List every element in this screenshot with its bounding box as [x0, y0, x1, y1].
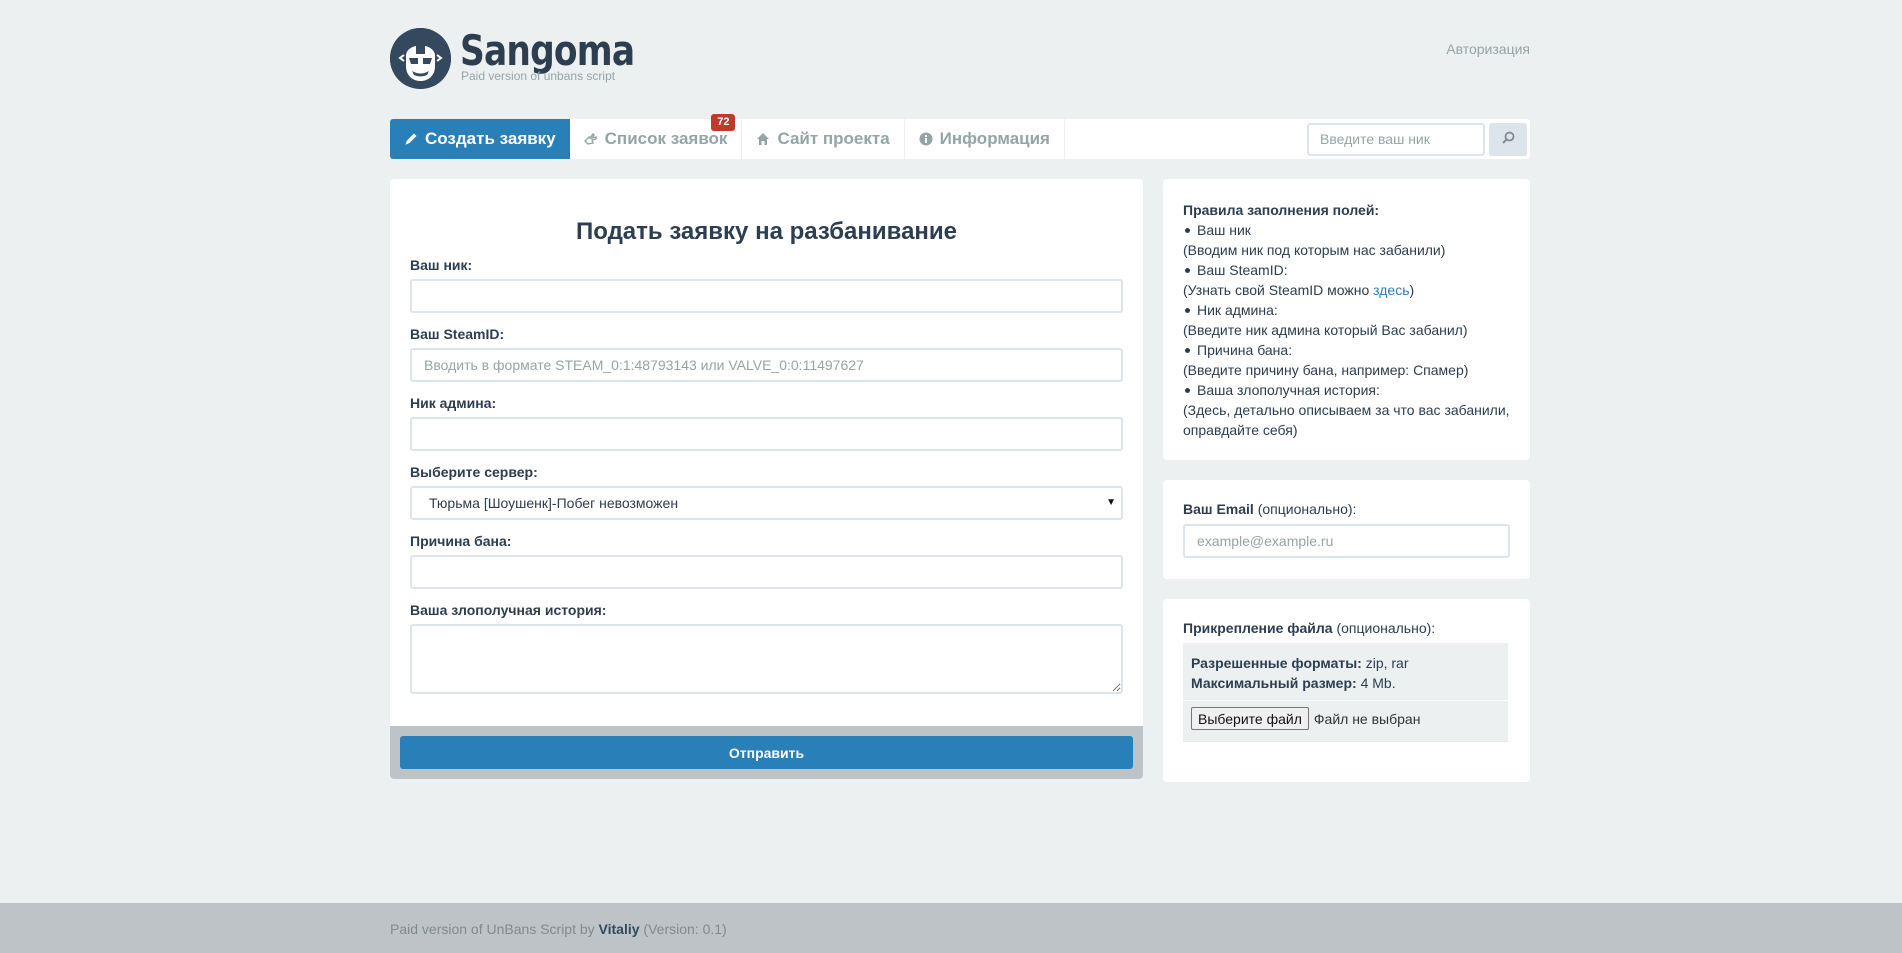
header: Sangoma Paid version of unbans script Ав…	[390, 0, 1530, 119]
rule-note: (Узнать свой SteamID можно здесь)	[1183, 280, 1510, 300]
brand-tagline: Paid version of unbans script	[461, 69, 616, 83]
nav-request-list[interactable]: Список заявок 72	[570, 114, 743, 159]
hand-icon	[583, 132, 598, 146]
email-panel: Ваш Email (опционально):	[1163, 480, 1530, 579]
footer-text: Paid version of UnBans Script by Vitaliy…	[390, 921, 727, 937]
allowed-formats: Разрешенные форматы: zip, rar	[1191, 653, 1500, 673]
submit-button[interactable]: Отправить	[400, 736, 1133, 769]
file-status: Файл не выбран	[1313, 710, 1421, 727]
dropdown-arrow-icon: ▼	[1106, 497, 1116, 508]
rules-list: Причина бана:	[1183, 340, 1510, 360]
home-icon	[756, 132, 770, 146]
admin-nick-label: Ник админа:	[410, 395, 497, 411]
rules-list: Ник админа:	[1183, 300, 1510, 320]
nick-label: Ваш ник:	[410, 257, 473, 273]
optional-hint: (опционально):	[1253, 501, 1357, 517]
search-icon	[1501, 131, 1515, 147]
formats-label: Разрешенные форматы:	[1191, 655, 1362, 671]
rule-item: Ваш ник	[1183, 220, 1510, 240]
server-selected-value: Тюрьма [Шоушенк]-Побег невозможен	[429, 495, 679, 511]
rule-item: Ваш SteamID:	[1183, 260, 1510, 280]
auth-link[interactable]: Авторизация	[1446, 41, 1530, 57]
file-label-text: Прикрепление файла	[1183, 620, 1333, 636]
rule-note: (Введите причину бана, например: Спамер)	[1183, 362, 1469, 378]
size-value: 4 Mb.	[1356, 675, 1396, 691]
ban-reason-input[interactable]	[410, 555, 1123, 589]
footer-author[interactable]: Vitaliy	[599, 921, 640, 937]
rule-note: (Введите ник админа который Вас забанил)	[1183, 322, 1468, 338]
server-label: Выберите сервер:	[410, 464, 538, 480]
page-container: Sangoma Paid version of unbans script Ав…	[390, 0, 1530, 782]
ban-reason-label: Причина бана:	[410, 533, 512, 549]
unban-request-form: Подать заявку на разбанивание Ваш ник: В…	[390, 179, 1143, 779]
rule-note: (Вводим ник под которым нас забанили)	[1183, 242, 1446, 258]
logo-mask-icon[interactable]	[390, 28, 451, 89]
nav-label: Создать заявку	[425, 129, 556, 148]
file-panel: Прикрепление файла (опционально): Разреш…	[1163, 599, 1530, 782]
optional-hint: (опционально):	[1332, 620, 1436, 636]
nick-search-input[interactable]	[1307, 122, 1485, 156]
info-icon	[919, 132, 933, 146]
navbar: Создать заявку Список заявок 72 Сайт про…	[390, 114, 1530, 159]
story-textarea[interactable]	[410, 624, 1123, 694]
nav-create-request[interactable]: Создать заявку	[390, 119, 570, 159]
brand-title[interactable]: Sangoma	[460, 26, 635, 75]
footer: Paid version of UnBans Script by Vitaliy…	[0, 903, 1902, 953]
pencil-icon	[404, 132, 418, 146]
nav-label: Информация	[939, 129, 1050, 148]
size-label: Максимальный размер:	[1191, 675, 1357, 691]
nav-label: Сайт проекта	[777, 129, 890, 148]
rule-item: Ваша злополучная история:	[1183, 380, 1510, 400]
nav-project-site[interactable]: Сайт проекта	[742, 119, 905, 159]
formats-value: zip, rar	[1361, 655, 1409, 671]
rules-heading: Правила заполнения полей:	[1183, 202, 1380, 218]
rule-note-text: )	[1409, 282, 1415, 298]
submit-bar: Отправить	[390, 726, 1143, 779]
request-count-badge: 72	[711, 114, 736, 131]
rules-list: Ваш ник	[1183, 220, 1510, 240]
footer-prefix: Paid version of UnBans Script by	[390, 921, 599, 937]
email-label: Ваш Email (опционально):	[1183, 500, 1510, 518]
form-title: Подать заявку на разбанивание	[575, 218, 958, 245]
rules-panel: Правила заполнения полей: Ваш ник (Вводи…	[1163, 179, 1530, 460]
server-select[interactable]: Тюрьма [Шоушенк]-Побег невозможен ▼	[410, 486, 1123, 520]
footer-version: (Version: 0.1)	[639, 921, 727, 937]
email-label-text: Ваш Email	[1183, 501, 1254, 517]
search-button[interactable]	[1489, 122, 1527, 156]
file-picker: Выберите файл Файл не выбран	[1183, 701, 1508, 742]
rule-item: Причина бана:	[1183, 340, 1510, 360]
steamid-label: Ваш SteamID:	[410, 326, 505, 342]
file-info: Разрешенные форматы: zip, rar Максимальн…	[1183, 643, 1508, 701]
file-box: Разрешенные форматы: zip, rar Максимальн…	[1183, 643, 1508, 742]
file-label: Прикрепление файла (опционально):	[1183, 619, 1510, 637]
nav-label: Список заявок	[604, 129, 728, 148]
admin-nick-input[interactable]	[410, 417, 1123, 451]
steamid-lookup-link[interactable]: здесь	[1373, 282, 1409, 298]
nav-information[interactable]: Информация	[905, 119, 1065, 159]
rules-list: Ваша злополучная история:	[1183, 380, 1510, 400]
story-label: Ваша злополучная история:	[410, 602, 607, 618]
email-input[interactable]	[1183, 524, 1510, 558]
choose-file-button[interactable]: Выберите файл	[1191, 707, 1309, 730]
nav-search	[1307, 119, 1530, 159]
rule-item: Ник админа:	[1183, 300, 1510, 320]
rule-note: (Здесь, детально описываем за что вас за…	[1183, 402, 1510, 438]
steamid-input[interactable]	[410, 348, 1123, 382]
nick-input[interactable]	[410, 279, 1123, 313]
rules-list: Ваш SteamID:	[1183, 260, 1510, 280]
rule-note-text: (Узнать свой SteamID можно	[1183, 282, 1374, 298]
max-size: Максимальный размер: 4 Mb.	[1191, 673, 1500, 693]
